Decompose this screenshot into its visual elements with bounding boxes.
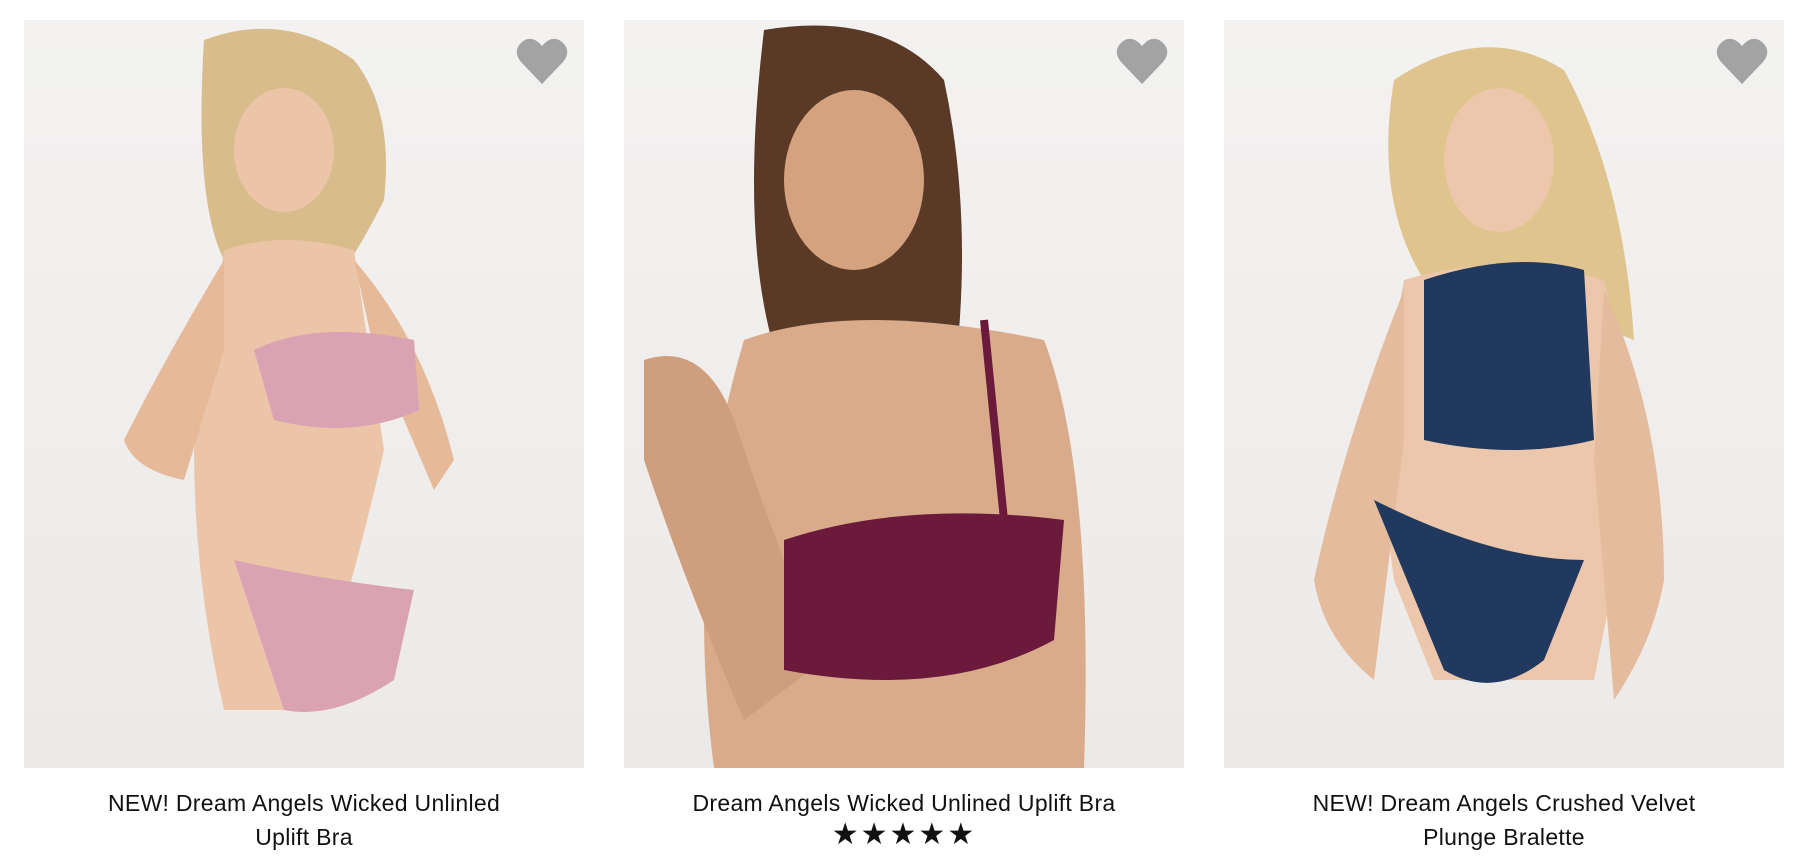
product-name[interactable]: NEW! Dream Angels Wicked Unlinled Uplift… [84, 786, 524, 854]
product-grid: NEW! Dream Angels Wicked Unlinled Uplift… [0, 0, 1804, 858]
product-image[interactable] [624, 20, 1184, 768]
product-info: NEW! Dream Angels Crushed Velvet Plunge … [1224, 768, 1784, 858]
favorite-heart-icon[interactable] [1116, 36, 1168, 86]
product-image[interactable] [1224, 20, 1784, 768]
product-card[interactable]: Dream Angels Wicked Unlined Uplift Bra ★… [624, 20, 1184, 858]
model-photo [644, 25, 1086, 768]
model-photo [1314, 47, 1664, 700]
product-name[interactable]: Dream Angels Wicked Unlined Uplift Bra [684, 786, 1124, 820]
rating-stars: ★★★★★ [831, 818, 977, 851]
product-image[interactable] [24, 20, 584, 768]
product-card[interactable]: NEW! Dream Angels Wicked Unlinled Uplift… [24, 20, 584, 858]
product-card[interactable]: NEW! Dream Angels Crushed Velvet Plunge … [1224, 20, 1784, 858]
product-name[interactable]: NEW! Dream Angels Crushed Velvet Plunge … [1284, 786, 1724, 854]
product-info: Dream Angels Wicked Unlined Uplift Bra ★… [624, 768, 1184, 850]
favorite-heart-icon[interactable] [516, 36, 568, 86]
product-info: NEW! Dream Angels Wicked Unlinled Uplift… [24, 768, 584, 858]
favorite-heart-icon[interactable] [1716, 36, 1768, 86]
model-photo [124, 28, 454, 712]
